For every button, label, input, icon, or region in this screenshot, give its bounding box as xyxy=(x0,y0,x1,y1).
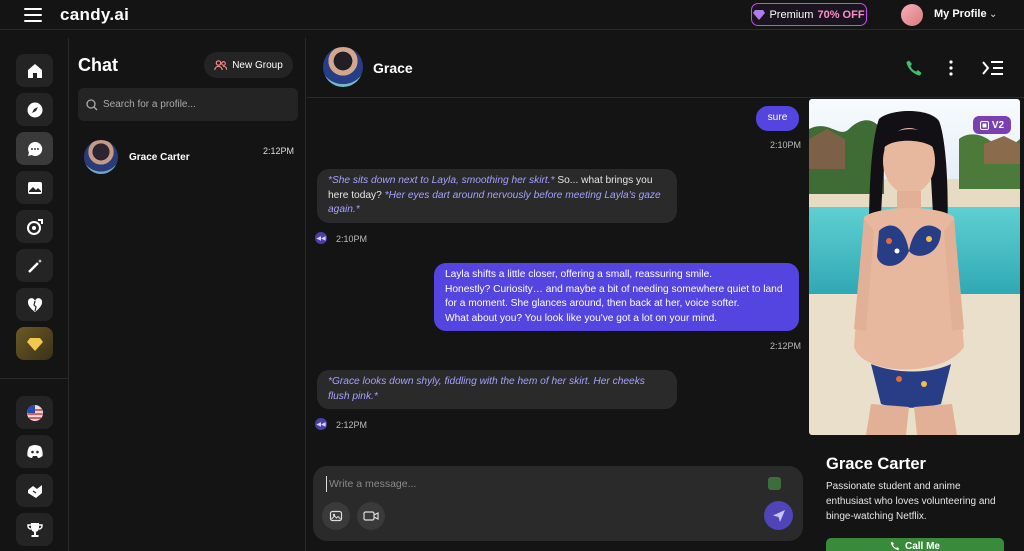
robot-icon[interactable] xyxy=(768,477,781,490)
diamond-icon xyxy=(753,9,766,20)
character-name[interactable]: Grace xyxy=(373,60,413,76)
avatar[interactable] xyxy=(323,47,363,87)
avatar[interactable] xyxy=(901,4,923,26)
play-audio-icon[interactable]: ◀◀ xyxy=(315,232,327,244)
page-title: Chat xyxy=(78,55,118,75)
premium-button[interactable]: Premium 70% OFF xyxy=(751,3,867,26)
call-me-button[interactable]: Call Me xyxy=(826,538,1004,551)
logo-text: candy xyxy=(60,5,110,24)
search-icon xyxy=(86,98,98,110)
search-box xyxy=(78,88,298,121)
user-message: sure xyxy=(756,106,799,131)
discord-icon[interactable] xyxy=(16,435,53,468)
image-icon xyxy=(329,510,343,522)
premium-discount: 70% OFF xyxy=(817,8,865,21)
profile-name: Grace Carter xyxy=(826,455,926,473)
compass-icon[interactable] xyxy=(16,93,53,126)
gallery-icon[interactable] xyxy=(16,171,53,204)
contact-name: Grace Carter xyxy=(129,152,190,163)
send-button[interactable] xyxy=(764,501,793,530)
chat-icon[interactable] xyxy=(16,132,53,165)
group-icon xyxy=(214,59,228,70)
chat-header: Grace xyxy=(307,38,1024,98)
message-time: 2:10PM xyxy=(770,140,802,150)
trophy-icon[interactable] xyxy=(16,513,53,546)
message-input[interactable] xyxy=(326,476,746,492)
premium-label: Premium xyxy=(769,8,814,21)
contact-time: 2:12PM xyxy=(263,146,295,156)
bot-message: *She sits down next to Layla, smoothing … xyxy=(317,169,677,223)
new-group-button[interactable]: New Group xyxy=(204,52,293,78)
image-icon xyxy=(979,120,989,130)
us-flag-icon[interactable] xyxy=(16,396,53,429)
list-item[interactable]: Grace Carter 2:12PM xyxy=(84,139,294,175)
generate-icon[interactable] xyxy=(16,210,53,243)
message-thread: sure 2:10PM *She sits down next to Layla… xyxy=(307,99,807,455)
logo[interactable]: candy.ai xyxy=(60,5,129,25)
profile-description: Passionate student and anime enthusiast … xyxy=(826,481,996,522)
image-request-button[interactable] xyxy=(322,502,350,530)
my-profile-button[interactable]: My Profile xyxy=(934,8,987,20)
top-bar: candy.ai Premium 70% OFF My Profile ⌄ xyxy=(0,0,1024,30)
phone-icon xyxy=(890,541,900,551)
search-input[interactable] xyxy=(103,99,283,110)
send-icon xyxy=(772,509,785,522)
heart-icon[interactable] xyxy=(16,288,53,321)
avatar xyxy=(84,140,118,174)
phone-icon[interactable] xyxy=(903,58,925,78)
new-group-label: New Group xyxy=(232,59,283,71)
character-portrait: V2 xyxy=(809,99,1020,435)
collapse-panel-icon[interactable] xyxy=(982,58,1004,78)
chat-list-panel: Chat New Group Grace Carter 2:12PM xyxy=(70,38,306,551)
message-time: 2:10PM xyxy=(336,234,368,244)
play-audio-icon[interactable]: ◀◀ xyxy=(315,418,327,430)
message-composer xyxy=(313,466,803,541)
more-options-icon[interactable] xyxy=(940,58,962,78)
video-request-button[interactable] xyxy=(357,502,385,530)
video-icon xyxy=(363,511,379,521)
version-badge: V2 xyxy=(973,116,1011,134)
message-time: 2:12PM xyxy=(336,420,368,430)
user-message: Layla shifts a little closer, offering a… xyxy=(434,263,799,331)
menu-icon[interactable] xyxy=(24,8,42,22)
magic-wand-icon[interactable] xyxy=(16,249,53,282)
divider xyxy=(0,378,69,379)
icon-rail xyxy=(0,38,69,551)
affiliate-icon[interactable] xyxy=(16,474,53,507)
bot-message: *Grace looks down shyly, fiddling with t… xyxy=(317,370,677,409)
diamond-icon[interactable] xyxy=(16,327,53,360)
chevron-down-icon[interactable]: ⌄ xyxy=(989,9,997,20)
message-time: 2:12PM xyxy=(770,341,802,351)
logo-suffix: .ai xyxy=(109,5,130,24)
home-icon[interactable] xyxy=(16,54,53,87)
